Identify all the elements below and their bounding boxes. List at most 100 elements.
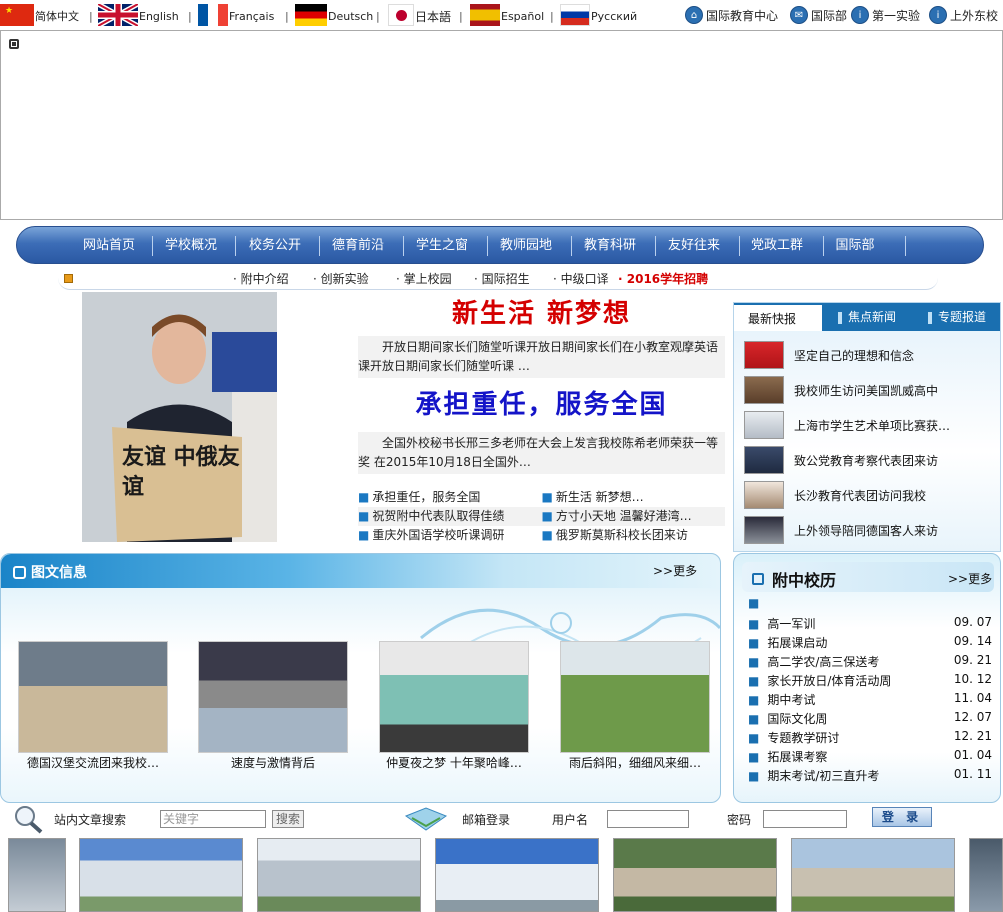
news-item[interactable]: 长沙教育代表团访问我校: [744, 479, 926, 511]
lang-chinese[interactable]: ★ 简体中文: [0, 2, 79, 26]
top-link-first-lab[interactable]: i 第一实验: [851, 5, 920, 25]
campus-photo[interactable]: [79, 838, 243, 912]
subnav-square-icon: [64, 274, 73, 283]
es-flag-icon: [470, 4, 500, 26]
news-thumbnail: [744, 411, 784, 439]
calendar-title: 附中校历: [752, 567, 836, 591]
gallery-caption[interactable]: 速度与激情背后: [198, 754, 348, 771]
nav-bar: 网站首页 学校概况 校务公开 德育前沿 学生之窗 教师园地 教育科研 友好往来 …: [16, 226, 984, 264]
ru-flag-icon: [560, 4, 590, 26]
feature-link[interactable]: ■ 方寸小天地 温馨好港湾…: [542, 507, 726, 526]
calendar-row[interactable]: ■ 家长开放日/体育活动周 10. 12: [748, 672, 992, 691]
gallery-image[interactable]: [560, 641, 710, 753]
gallery-caption[interactable]: 雨后斜阳，细细风来细…: [560, 754, 710, 771]
news-thumbnail: [744, 481, 784, 509]
news-item[interactable]: 上海市学生艺术单项比赛获…: [744, 409, 950, 441]
cn-flag-icon: ★: [0, 4, 34, 26]
news-item[interactable]: 坚定自己的理想和信念: [744, 339, 914, 371]
calendar-row[interactable]: ■ 拓展课考察 01. 04: [748, 748, 992, 767]
nav-party[interactable]: 党政工群: [735, 227, 819, 265]
calendar-row[interactable]: ■ 拓展课启动 09. 14: [748, 634, 992, 653]
campus-photo[interactable]: [257, 838, 421, 912]
feature-summary-2: 全国外校秘书长邢三多老师在大会上发言我校陈希老师荣获一等奖 在2015年10月1…: [358, 432, 725, 474]
password-label: 密码: [727, 813, 752, 827]
password-input[interactable]: [763, 810, 847, 828]
nav-affairs[interactable]: 校务公开: [233, 227, 317, 265]
feature-headline-2[interactable]: 承担重任，服务全国: [358, 378, 725, 432]
lang-russian[interactable]: Русский: [560, 2, 637, 26]
subnav-item[interactable]: · 掌上校园: [396, 270, 452, 287]
uk-flag-icon: [98, 4, 138, 26]
campus-photo[interactable]: [8, 838, 66, 912]
campus-photo[interactable]: [969, 838, 1003, 912]
gallery-caption[interactable]: 德国汉堡交流团来我校…: [18, 754, 168, 771]
login-button[interactable]: 登 录: [872, 807, 932, 827]
calendar-row[interactable]: ■ 期中考试 11. 04: [748, 691, 992, 710]
nav-teachers[interactable]: 教师园地: [484, 227, 568, 265]
search-button[interactable]: 搜索: [272, 810, 304, 828]
tab-latest[interactable]: 最新快报: [734, 303, 822, 331]
nav-exchange[interactable]: 友好往来: [652, 227, 736, 265]
calendar-more-link[interactable]: >>更多: [948, 570, 992, 587]
campus-photo[interactable]: [613, 838, 777, 912]
gallery-image[interactable]: [379, 641, 529, 753]
news-item[interactable]: 我校师生访问美国凯威高中: [744, 374, 938, 406]
school-calendar: 附中校历 >>更多 ■ ■ 高一军训 09. 07 ■ 拓展课启动 09. 14 ■ 高二…: [733, 553, 1001, 803]
feature-link[interactable]: ■ 祝贺附中代表队取得佳绩: [358, 507, 542, 526]
username-label: 用户名: [552, 813, 589, 827]
username-input[interactable]: [607, 810, 689, 828]
calendar-row[interactable]: ■ 国际文化周 12. 07: [748, 710, 992, 729]
news-item[interactable]: 致公党教育考察代表团来访: [744, 444, 938, 476]
lang-spanish[interactable]: Español: [470, 2, 544, 26]
nav-intl[interactable]: 国际部: [813, 227, 897, 265]
gallery-more-link[interactable]: >>更多: [653, 562, 697, 579]
de-flag-icon: [295, 4, 327, 26]
feature-photo[interactable]: 友谊 中俄友谊: [82, 292, 277, 542]
top-link-intl-center[interactable]: ⌂ 国际教育中心: [685, 5, 778, 25]
bullet-icon: ■: [748, 693, 760, 707]
feature-link[interactable]: ■ 承担重任，服务全国: [358, 488, 542, 507]
gallery-header: 图文信息: [1, 554, 720, 588]
subnav-item[interactable]: · 创新实验: [313, 270, 369, 287]
calendar-row[interactable]: ■ 专题教学研讨 12. 21: [748, 729, 992, 748]
calendar-row[interactable]: ■ 高二学农/高三保送考 09. 21: [748, 653, 992, 672]
feature-summary-1: 开放日期间家长们随堂听课开放日期间家长们在小教室观摩英语课开放日期间家长们随堂听…: [358, 336, 725, 378]
tab-special[interactable]: 专题报道: [914, 303, 1002, 331]
nav-home[interactable]: 网站首页: [67, 227, 151, 265]
tab-marker: [928, 311, 932, 324]
subnav-item[interactable]: · 附中介绍: [233, 270, 289, 287]
subnav-item[interactable]: · 国际招生: [474, 270, 530, 287]
feature-link[interactable]: ■ 新生活 新梦想…: [542, 488, 726, 507]
info-icon: i: [929, 6, 947, 24]
news-thumbnail: [744, 516, 784, 544]
tab-focus[interactable]: 焦点新闻: [824, 303, 912, 331]
nav-about[interactable]: 学校概况: [149, 227, 233, 265]
search-input[interactable]: 关键字: [160, 810, 266, 828]
nav-students[interactable]: 学生之窗: [400, 227, 484, 265]
lang-english[interactable]: English: [98, 2, 179, 26]
lang-german[interactable]: Deutsch: [295, 2, 373, 26]
calendar-row[interactable]: ■: [748, 596, 992, 615]
campus-photo[interactable]: [791, 838, 955, 912]
feature-link[interactable]: ■ 俄罗斯莫斯科校长团来访: [542, 526, 726, 545]
mail-login-label: 邮箱登录: [462, 813, 511, 827]
nav-research[interactable]: 教育科研: [568, 227, 652, 265]
top-link-intl-dept[interactable]: ✉ 国际部: [790, 5, 847, 25]
subnav-item[interactable]: · 中级口译: [553, 270, 609, 287]
feature-link[interactable]: ■ 重庆外国语学校听课调研: [358, 526, 542, 545]
calendar-row[interactable]: ■ 期末考试/初三直升考 01. 11: [748, 767, 992, 786]
nav-moral-edu[interactable]: 德育前沿: [316, 227, 400, 265]
lang-french[interactable]: Français: [198, 2, 274, 26]
gallery-image[interactable]: [18, 641, 168, 753]
gallery-image[interactable]: [198, 641, 348, 753]
home-icon: ⌂: [685, 6, 703, 24]
campus-photo[interactable]: [435, 838, 599, 912]
news-item[interactable]: 上外领导陪同德国客人来访: [744, 514, 938, 546]
subnav-item-recruit[interactable]: · 2016学年招聘: [618, 270, 708, 287]
feature-headline-1[interactable]: 新生活 新梦想: [358, 292, 725, 336]
calendar-header: 附中校历 >>更多: [742, 562, 994, 592]
gallery-caption[interactable]: 仲夏夜之梦 十年聚哈峰…: [379, 754, 529, 771]
calendar-row[interactable]: ■ 高一军训 09. 07: [748, 615, 992, 634]
top-link-east-campus[interactable]: i 上外东校: [929, 5, 998, 25]
lang-japanese[interactable]: 日本語: [388, 2, 451, 26]
